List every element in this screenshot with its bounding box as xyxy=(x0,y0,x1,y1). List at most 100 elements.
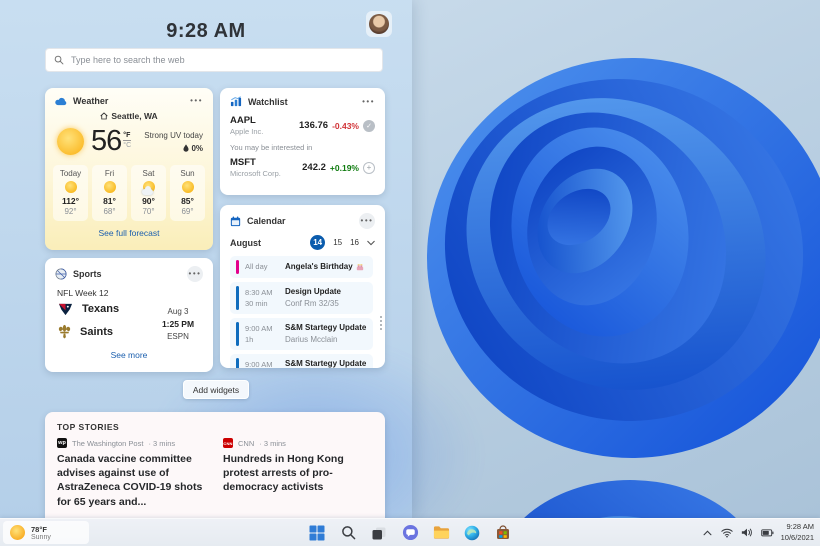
event-color-bar xyxy=(236,322,239,346)
calendar-icon xyxy=(230,216,241,226)
forecast-low: 92° xyxy=(64,207,77,216)
chat-icon xyxy=(402,524,418,541)
web-search-bar[interactable] xyxy=(45,48,383,72)
calendar-month-label: August xyxy=(230,237,261,248)
sunny-icon xyxy=(103,181,116,194)
chevron-down-icon[interactable] xyxy=(367,240,375,246)
forecast-high: 81° xyxy=(103,196,116,206)
unit-fahrenheit-toggle[interactable]: °F xyxy=(123,132,132,141)
texans-logo xyxy=(58,303,73,316)
calendar-date-15[interactable]: 15 xyxy=(333,238,342,247)
calendar-event[interactable]: 9:00 AM 1h S&M Startegy Update Darius Mc… xyxy=(230,354,373,368)
system-tray: 9:28 AM 10/6/2021 xyxy=(701,519,814,546)
stock-price: 136.76 xyxy=(299,120,329,131)
unit-celsius-toggle[interactable]: °C xyxy=(123,141,131,149)
forecast-day-label: Sat xyxy=(142,169,155,178)
weather-location-row[interactable]: Seattle, WA xyxy=(45,111,213,121)
taskbar: 78°F Sunny 9:28 AM 10/6/2021 xyxy=(0,518,820,546)
tray-chevron-up-icon[interactable] xyxy=(701,526,714,539)
avatar xyxy=(369,14,389,34)
forecast-high: 90° xyxy=(142,196,155,206)
weather-title: Weather xyxy=(73,96,109,106)
story-source: The Washington Post xyxy=(72,438,144,448)
event-time: 8:30 AM xyxy=(245,287,273,297)
add-widgets-button[interactable]: Add widgets xyxy=(183,380,249,399)
task-view-button[interactable] xyxy=(370,524,388,542)
tray-clock[interactable]: 9:28 AM 10/6/2021 xyxy=(781,522,814,544)
game-time: 1:25 PM xyxy=(161,319,195,329)
event-title: Angela's Birthday xyxy=(285,262,353,271)
watchlist-menu-button[interactable]: ••• xyxy=(362,97,375,106)
calendar-event[interactable]: 9:00 AM 1h S&M Startegy Update Darius Mc… xyxy=(230,318,373,350)
weather-condition: Strong UV today xyxy=(144,130,203,140)
start-button[interactable] xyxy=(308,524,326,542)
edge-button[interactable] xyxy=(463,524,481,542)
cnn-icon: CNN xyxy=(223,438,233,448)
event-list-scrollbar[interactable] xyxy=(380,316,382,330)
taskbar-search-button[interactable] xyxy=(339,524,357,542)
forecast-low: 68° xyxy=(103,207,116,216)
wifi-icon[interactable] xyxy=(721,526,734,539)
league-label: NFL Week 12 xyxy=(57,288,109,298)
sunny-icon xyxy=(64,181,77,194)
calendar-date-16[interactable]: 16 xyxy=(350,238,359,247)
windows-logo-icon xyxy=(309,525,325,540)
taskbar-temp: 78°F xyxy=(31,524,47,534)
see-full-forecast-link[interactable]: See full forecast xyxy=(45,228,213,238)
weather-menu-button[interactable]: ••• xyxy=(190,97,203,105)
stock-company: Apple Inc. xyxy=(230,127,264,136)
microsoft-store-button[interactable] xyxy=(494,524,512,542)
panel-clock: 9:28 AM xyxy=(166,20,246,42)
store-icon xyxy=(497,524,509,539)
forecast-day[interactable]: Today 112° 92° xyxy=(53,165,88,221)
calendar-event-list: All day Angela's Birthday 8:30 AM 30 min… xyxy=(220,254,385,368)
forecast-day-label: Fri xyxy=(104,169,115,178)
forecast-day[interactable]: Sat 90° 70° xyxy=(131,165,166,221)
team-name: Saints xyxy=(80,325,114,338)
task-view-icon xyxy=(372,527,386,539)
weather-widget[interactable]: Weather ••• Seattle, WA 56 °F °C Strong … xyxy=(45,88,213,250)
event-time: All day xyxy=(245,262,268,272)
search-input[interactable] xyxy=(71,55,374,65)
volume-icon[interactable] xyxy=(741,526,754,539)
see-more-link[interactable]: See more xyxy=(45,350,213,360)
watchlist-added-check-icon[interactable]: ✓ xyxy=(363,119,375,132)
forecast-day[interactable]: Fri 81° 68° xyxy=(92,165,127,221)
story-age: · 3 mins xyxy=(148,438,176,448)
team-row-saints[interactable]: Saints xyxy=(57,324,155,339)
chat-button[interactable] xyxy=(401,524,419,542)
stock-row-aapl[interactable]: AAPL Apple Inc. 136.76 -0.43% ✓ xyxy=(220,111,385,138)
event-subtitle: Conf Rm 32/35 xyxy=(285,299,339,308)
tray-time: 9:28 AM xyxy=(786,521,814,531)
forecast-day[interactable]: Sun 85° 69° xyxy=(170,165,205,221)
story-washington-post[interactable]: wp The Washington Post · 3 mins Canada v… xyxy=(57,438,207,509)
stock-row-msft[interactable]: MSFT Microsoft Corp. 242.2 +0.19% + xyxy=(220,153,385,180)
home-icon xyxy=(100,112,108,120)
team-row-texans[interactable]: Texans xyxy=(57,302,155,316)
calendar-event[interactable]: 8:30 AM 30 min Design Update Conf Rm 32/… xyxy=(230,282,373,314)
profile-button[interactable] xyxy=(366,11,392,37)
calendar-widget[interactable]: Calendar ••• August 14 15 16 All day Ang… xyxy=(220,205,385,368)
taskbar-weather-widget-button[interactable]: 78°F Sunny xyxy=(3,521,89,544)
forecast-high: 112° xyxy=(61,196,80,206)
sports-menu-button[interactable]: ••• xyxy=(187,266,203,282)
calendar-event[interactable]: All day Angela's Birthday xyxy=(230,256,373,278)
battery-icon[interactable] xyxy=(760,526,774,539)
file-explorer-button[interactable] xyxy=(432,524,450,542)
washington-post-icon: wp xyxy=(57,438,67,448)
folder-icon xyxy=(433,526,449,539)
calendar-menu-button[interactable]: ••• xyxy=(359,213,375,229)
story-source: CNN xyxy=(238,438,255,448)
add-to-watchlist-button[interactable]: + xyxy=(363,161,375,174)
story-cnn[interactable]: CNN CNN · 3 mins Hundreds in Hong Kong p… xyxy=(223,438,373,509)
watchlist-suggestion-label: You may be interested in xyxy=(230,143,313,152)
stock-symbol: AAPL xyxy=(230,115,256,126)
sports-title: Sports xyxy=(73,269,102,279)
calendar-date-14[interactable]: 14 xyxy=(310,235,326,250)
sunny-icon xyxy=(57,128,84,155)
event-time: 9:00 AM xyxy=(245,323,273,333)
forecast-day-label: Today xyxy=(59,169,82,178)
watchlist-widget[interactable]: Watchlist ••• AAPL Apple Inc. 136.76 -0.… xyxy=(220,88,385,195)
tray-date: 10/6/2021 xyxy=(780,532,814,542)
sports-widget[interactable]: Sports ••• NFL Week 12 Texans Saints Aug… xyxy=(45,258,213,372)
